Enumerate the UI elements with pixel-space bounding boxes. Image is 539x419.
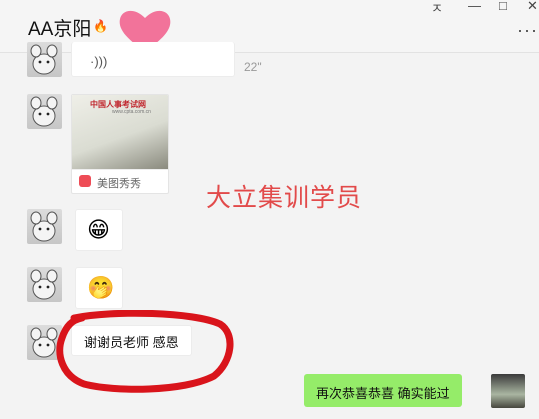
grin-emoji-icon: 😁	[87, 217, 110, 242]
watermark-text: 大立集训学员	[206, 183, 363, 212]
outgoing-text-bubble[interactable]: 再次恭喜恭喜 确实能过	[304, 374, 462, 407]
flame-icon: 🔥	[93, 19, 108, 33]
chat-title[interactable]: AA京阳	[28, 14, 91, 41]
minimize-icon[interactable]: —	[468, 0, 481, 13]
avatar[interactable]	[27, 94, 62, 129]
thumbnail-site-url: www.cpta.com.cn	[112, 109, 151, 115]
giggle-emoji-icon: 🤭	[87, 275, 115, 300]
cartoon-avatar-icon	[30, 96, 58, 127]
voice-wave-icon: ·)))	[90, 54, 108, 69]
voice-message-bubble[interactable]: ·)))	[71, 42, 235, 77]
cartoon-avatar-icon	[30, 269, 58, 300]
cartoon-avatar-icon	[30, 211, 58, 242]
meitu-app-icon	[79, 175, 91, 187]
share-source-label: 美图秀秀	[97, 178, 141, 190]
my-avatar[interactable]	[491, 374, 525, 408]
cartoon-avatar-icon	[30, 44, 58, 75]
avatar[interactable]	[27, 209, 62, 244]
shared-image-card[interactable]: 中国人事考试网 www.cpta.com.cn 美图秀秀	[71, 94, 169, 194]
avatar[interactable]	[27, 42, 62, 77]
more-options-button[interactable]: ···	[517, 20, 538, 41]
share-source: 美图秀秀	[72, 169, 168, 193]
voice-duration: 22"	[244, 60, 262, 74]
close-icon[interactable]: ✕	[527, 0, 538, 14]
emoji-message-bubble[interactable]: 😁	[75, 209, 123, 251]
pin-icon[interactable]: ㅈ	[431, 0, 443, 17]
shared-image-thumbnail[interactable]: 中国人事考试网 www.cpta.com.cn	[72, 95, 168, 169]
outgoing-message-text: 再次恭喜恭喜 确实能过	[316, 386, 450, 401]
emoji-message-bubble[interactable]: 🤭	[75, 267, 123, 309]
maximize-icon[interactable]: □	[499, 0, 507, 13]
red-circle-annotation	[56, 310, 234, 393]
avatar[interactable]	[27, 267, 62, 302]
